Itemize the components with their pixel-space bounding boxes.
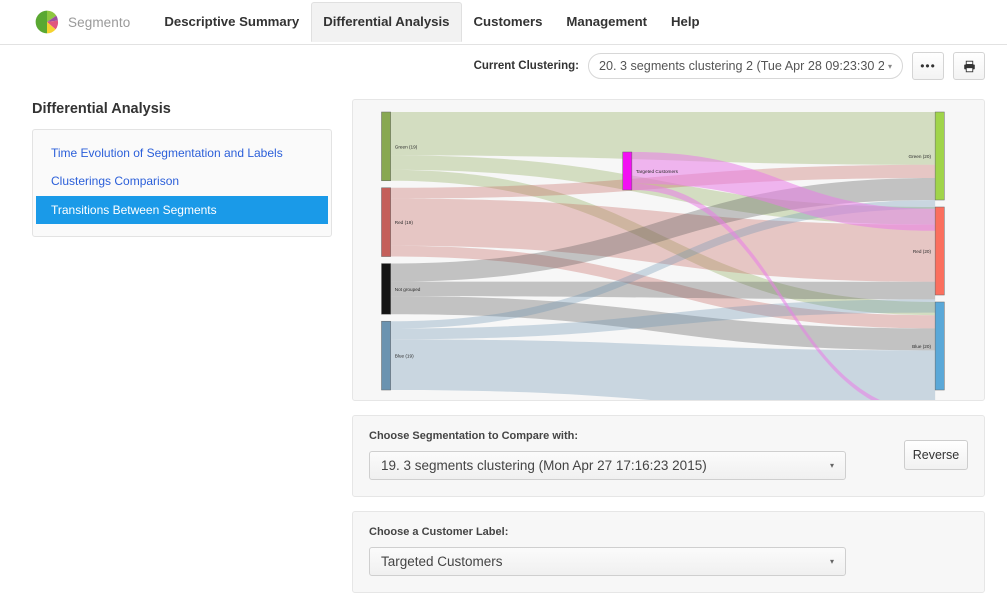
sankey-node[interactable] — [934, 301, 945, 391]
current-clustering-value: 20. 3 segments clustering 2 (Tue Apr 28 … — [599, 59, 884, 73]
compare-segmentation-select[interactable]: 19. 3 segments clustering (Mon Apr 27 17… — [369, 451, 846, 480]
ellipsis-icon: ••• — [920, 59, 936, 73]
top-navbar: Segmento Descriptive Summary Differentia… — [0, 0, 1007, 45]
sankey-chart-panel: Green (19) Red (19) Not grouped Blue (19) Ta… — [352, 99, 985, 401]
chevron-down-icon: ▾ — [829, 557, 834, 566]
sankey-node-label: Blue (20) — [912, 344, 931, 349]
sankey-node[interactable] — [934, 206, 945, 296]
sankey-node-label: Blue (19) — [395, 354, 414, 359]
compare-segmentation-panel: Choose Segmentation to Compare with: 19.… — [352, 415, 985, 497]
nav-links: Descriptive Summary Differential Analysi… — [152, 0, 711, 45]
left-column: Differential Analysis Time Evolution of … — [0, 87, 352, 593]
sidebar-item-clusterings-comparison[interactable]: Clusterings Comparison — [33, 167, 331, 195]
nav-link-management[interactable]: Management — [554, 2, 659, 41]
customer-label-value: Targeted Customers — [381, 554, 503, 569]
nav-link-descriptive-summary[interactable]: Descriptive Summary — [152, 2, 311, 41]
sidebar-item-transitions-between-segments[interactable]: Transitions Between Segments — [36, 195, 328, 225]
sankey-node-label: Red (19) — [395, 220, 414, 225]
current-clustering-label: Current Clustering: — [473, 60, 579, 72]
sankey-node[interactable] — [622, 151, 633, 191]
page-title: Differential Analysis — [32, 101, 171, 117]
reverse-button[interactable]: Reverse — [904, 440, 968, 470]
current-clustering-bar: Current Clustering: 20. 3 segments clust… — [0, 45, 1007, 87]
right-column: Green (19) Red (19) Not grouped Blue (19) Ta… — [352, 87, 1007, 593]
compare-select-row: 19. 3 segments clustering (Mon Apr 27 17… — [369, 451, 968, 480]
sankey-node[interactable] — [381, 111, 391, 182]
sidebar-panel: Time Evolution of Segmentation and Label… — [32, 129, 332, 238]
pie-chart-icon — [35, 10, 59, 34]
sankey-node[interactable] — [934, 111, 945, 201]
compare-segmentation-label: Choose Segmentation to Compare with: — [369, 430, 579, 442]
brand-logo[interactable]: Segmento — [34, 9, 130, 35]
sankey-diagram: Green (19) Red (19) Not grouped Blue (19) Ta… — [381, 111, 945, 400]
customer-label-select[interactable]: Targeted Customers ▾ — [369, 547, 846, 576]
page-body: Differential Analysis Time Evolution of … — [0, 87, 1007, 593]
sankey-node-label: Targeted Customers — [636, 169, 679, 174]
chevron-down-icon: ▾ — [887, 61, 892, 71]
customer-label-label: Choose a Customer Label: — [369, 526, 509, 538]
nav-link-differential-analysis[interactable]: Differential Analysis — [311, 2, 462, 42]
printer-icon — [963, 60, 975, 72]
sankey-node-label: Not grouped — [395, 287, 421, 292]
sidebar-item-time-evolution[interactable]: Time Evolution of Segmentation and Label… — [33, 139, 331, 167]
sankey-node[interactable] — [381, 320, 391, 391]
sankey-node-label: Green (19) — [395, 144, 418, 149]
nav-link-customers[interactable]: Customers — [462, 2, 555, 41]
chevron-down-icon: ▾ — [829, 461, 834, 470]
brand-name: Segmento — [68, 14, 131, 30]
sankey-node-label: Green (20) — [909, 154, 932, 159]
customer-label-panel: Choose a Customer Label: Targeted Custom… — [352, 511, 985, 593]
sankey-node-label: Red (20) — [913, 249, 932, 254]
more-options-button[interactable]: ••• — [912, 52, 944, 80]
nav-link-help[interactable]: Help — [659, 2, 712, 41]
current-clustering-select[interactable]: 20. 3 segments clustering 2 (Tue Apr 28 … — [588, 53, 903, 79]
print-button[interactable] — [953, 52, 985, 80]
sankey-link — [390, 281, 936, 300]
sankey-node[interactable] — [381, 187, 391, 257]
compare-segmentation-value: 19. 3 segments clustering (Mon Apr 27 17… — [381, 458, 707, 473]
sankey-node[interactable] — [381, 263, 391, 315]
